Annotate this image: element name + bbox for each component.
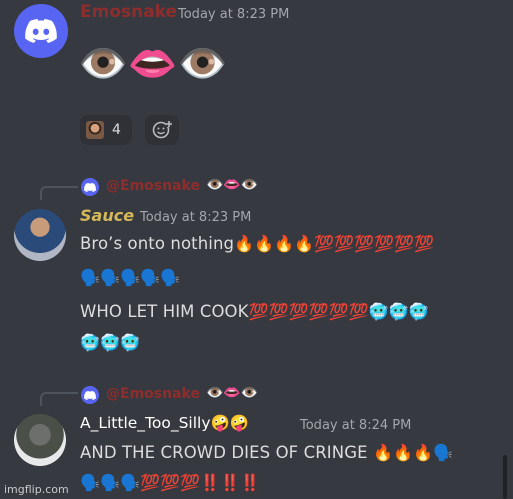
message-emojis: 🔥🔥🔥🗣️: [372, 443, 454, 462]
message-line: Bro’s onto nothing🔥🔥🔥🔥💯💯💯💯💯💯: [80, 234, 434, 253]
add-reaction-button[interactable]: [145, 115, 179, 145]
scrollbar[interactable]: [503, 455, 507, 499]
message-text: WHO LET HIM COOK: [80, 302, 249, 321]
discord-logo-icon: [84, 390, 96, 400]
discord-logo-icon: [25, 19, 57, 43]
reply-connector-line: [40, 186, 78, 200]
message-line: AND THE CROWD DIES OF CRINGE 🔥🔥🔥🗣️: [80, 443, 453, 462]
reply-referenced-author[interactable]: @Emosnake: [106, 178, 200, 194]
reply-referenced-content[interactable]: 👁️👄👁️: [206, 177, 258, 193]
reaction-count: 4: [112, 122, 121, 138]
message-timestamp[interactable]: Today at 8:23 PM: [178, 7, 289, 22]
discord-logo-icon: [84, 182, 96, 192]
message-author-a-little-too-silly[interactable]: A_Little_Too_Silly🤪🤪: [80, 414, 249, 432]
reply-referenced-content[interactable]: 👁️👄👁️: [206, 385, 258, 401]
message-emojis: 💯💯💯💯💯💯🥶🥶🥶: [248, 302, 429, 321]
message-line: 🗣️🗣️🗣️💯💯💯‼️‼️‼️: [80, 473, 260, 492]
avatar-a-little-too-silly[interactable]: [14, 414, 66, 466]
message-timestamp[interactable]: Today at 8:23 PM: [140, 210, 251, 225]
reply-avatar-discord-logo[interactable]: [81, 386, 99, 404]
message-line: WHO LET HIM COOK💯💯💯💯💯💯🥶🥶🥶: [80, 302, 429, 321]
author-name-text: A_Little_Too_Silly: [80, 414, 211, 432]
message-author-emosnake[interactable]: Emosnake: [80, 2, 177, 22]
message-line: 🥶🥶🥶: [80, 333, 140, 352]
reply-referenced-author[interactable]: @Emosnake: [106, 386, 200, 402]
author-name-emojis: 🤪🤪: [210, 414, 250, 432]
message-line: 🗣️🗣️🗣️🗣️🗣️: [80, 268, 180, 287]
add-reaction-icon: [152, 121, 172, 139]
custom-face-emoji-icon: [86, 121, 104, 139]
reply-connector-line: [40, 392, 78, 406]
avatar-sauce[interactable]: [14, 209, 66, 261]
message-text: Bro’s onto nothing: [80, 234, 235, 253]
reply-avatar-discord-logo[interactable]: [81, 178, 99, 196]
message-author-sauce[interactable]: Sauce: [80, 206, 134, 225]
message-emojis: 🗣️🗣️🗣️🗣️🗣️: [80, 268, 181, 287]
message-text: AND THE CROWD DIES OF CRINGE: [80, 443, 368, 462]
message-content-jumbo-emoji: 👁️👄👁️: [78, 41, 228, 87]
avatar-discord-logo[interactable]: [14, 4, 68, 58]
imgflip-watermark: imgflip.com: [4, 483, 69, 496]
message-timestamp[interactable]: Today at 8:24 PM: [300, 418, 411, 433]
message-emojis: 🥶🥶🥶: [80, 333, 141, 352]
reaction-button[interactable]: 4: [80, 115, 132, 145]
message-emojis: 🔥🔥🔥🔥💯💯💯💯💯💯: [234, 234, 435, 253]
message-emojis: 🗣️🗣️🗣️💯💯💯‼️‼️‼️: [80, 473, 261, 492]
